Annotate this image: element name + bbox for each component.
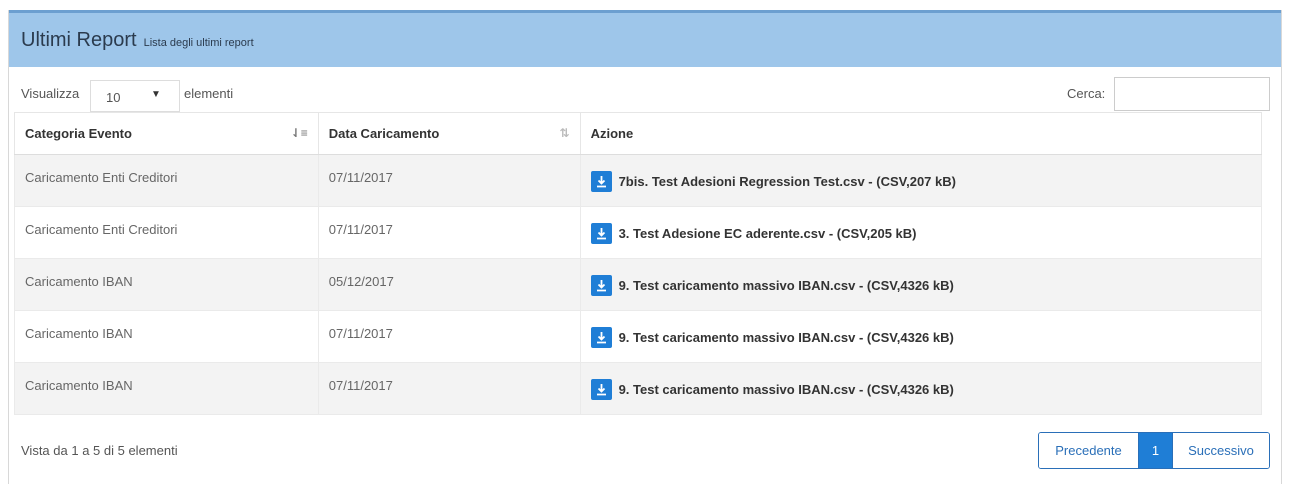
table-row: Caricamento IBAN 07/11/2017 9. Test cari… [14, 362, 1263, 415]
column-header-label: Azione [590, 126, 634, 141]
sort-icon: ⇅ [559, 126, 570, 140]
table-info: Vista da 1 a 5 di 5 elementi [21, 443, 178, 458]
panel-header: Ultimi Report Lista degli ultimi report [9, 10, 1281, 67]
column-header-label: Categoria Evento [25, 126, 132, 141]
column-header-label: Data Caricamento [328, 126, 440, 141]
date-cell: 07/11/2017 [317, 310, 581, 363]
column-header-action: Azione [579, 112, 1263, 155]
action-cell: 9. Test caricamento massivo IBAN.csv - (… [579, 310, 1263, 363]
length-select[interactable]: 10 ▼ [90, 80, 180, 112]
table-row: Caricamento Enti Creditori 07/11/2017 7b… [14, 154, 1263, 207]
category-cell: Caricamento IBAN [14, 258, 319, 311]
caret-down-icon: ▼ [151, 89, 161, 100]
category-cell: Caricamento IBAN [14, 310, 319, 363]
column-header-date[interactable]: Data Caricamento ⇅ [317, 112, 581, 155]
category-cell: Caricamento Enti Creditori [14, 206, 319, 259]
column-header-category[interactable]: Categoria Evento ⇃≡ [14, 112, 319, 155]
action-cell: 9. Test caricamento massivo IBAN.csv - (… [579, 362, 1263, 415]
table-header-row: Categoria Evento ⇃≡ Data Caricamento ⇅ A… [14, 112, 1263, 155]
download-icon[interactable] [590, 379, 612, 400]
download-icon[interactable] [590, 223, 612, 244]
search-input[interactable] [1114, 77, 1270, 111]
date-cell: 07/11/2017 [317, 154, 581, 207]
download-icon[interactable] [590, 327, 612, 348]
current-page-button[interactable]: 1 [1139, 433, 1172, 468]
download-filename: 7bis. Test Adesioni Regression Test.csv … [618, 174, 956, 189]
table-row: Caricamento Enti Creditori 07/11/2017 3.… [14, 206, 1263, 259]
pagination: Precedente 1 Successivo [1038, 432, 1270, 469]
search-label: Cerca: [1067, 86, 1106, 101]
panel-title: Ultimi Report [21, 28, 137, 51]
download-filename: 9. Test caricamento massivo IBAN.csv - (… [618, 278, 954, 293]
download-link[interactable]: 9. Test caricamento massivo IBAN.csv - (… [590, 379, 954, 400]
length-value: 10 [106, 90, 121, 105]
download-link[interactable]: 3. Test Adesione EC aderente.csv - (CSV,… [590, 223, 917, 244]
download-link[interactable]: 9. Test caricamento massivo IBAN.csv - (… [590, 327, 954, 348]
download-icon[interactable] [590, 275, 612, 296]
download-link[interactable]: 7bis. Test Adesioni Regression Test.csv … [590, 171, 956, 192]
reports-table: Categoria Evento ⇃≡ Data Caricamento ⇅ A… [14, 112, 1263, 415]
action-cell: 9. Test caricamento massivo IBAN.csv - (… [579, 258, 1263, 311]
length-label: Visualizza [21, 86, 80, 101]
date-cell: 07/11/2017 [317, 206, 581, 259]
date-cell: 07/11/2017 [317, 362, 581, 415]
download-filename: 3. Test Adesione EC aderente.csv - (CSV,… [618, 226, 917, 241]
panel-subtitle: Lista degli ultimi report [143, 37, 254, 49]
next-page-button[interactable]: Successivo [1172, 433, 1269, 468]
action-cell: 7bis. Test Adesioni Regression Test.csv … [579, 154, 1263, 207]
date-cell: 05/12/2017 [317, 258, 581, 311]
sort-active-icon: ⇃≡ [290, 126, 308, 140]
download-filename: 9. Test caricamento massivo IBAN.csv - (… [618, 382, 954, 397]
download-link[interactable]: 9. Test caricamento massivo IBAN.csv - (… [590, 275, 954, 296]
table-row: Caricamento IBAN 07/11/2017 9. Test cari… [14, 310, 1263, 363]
category-cell: Caricamento IBAN [14, 362, 319, 415]
download-filename: 9. Test caricamento massivo IBAN.csv - (… [618, 330, 954, 345]
download-icon[interactable] [590, 171, 612, 192]
length-suffix: elementi [184, 86, 234, 101]
table-row: Caricamento IBAN 05/12/2017 9. Test cari… [14, 258, 1263, 311]
category-cell: Caricamento Enti Creditori [14, 154, 319, 207]
previous-page-button[interactable]: Precedente [1039, 433, 1139, 468]
action-cell: 3. Test Adesione EC aderente.csv - (CSV,… [579, 206, 1263, 259]
